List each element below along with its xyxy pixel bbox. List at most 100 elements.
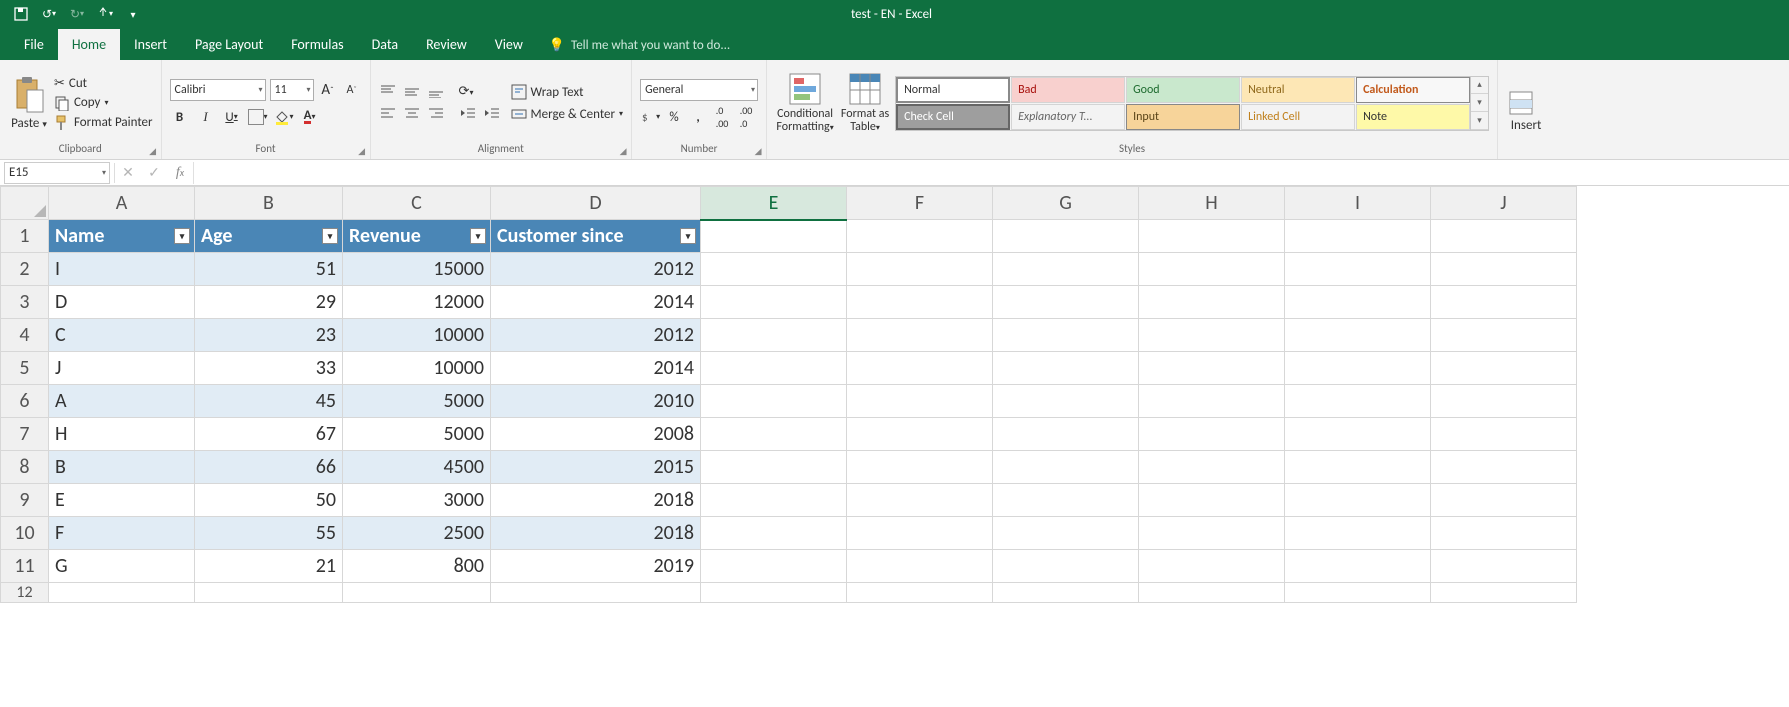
cell-E7[interactable] — [701, 418, 847, 451]
cell-I11[interactable] — [1285, 550, 1431, 583]
cell-G5[interactable] — [993, 352, 1139, 385]
gallery-more-icon[interactable]: ▾ — [1471, 112, 1488, 130]
cell-F7[interactable] — [847, 418, 993, 451]
cell-J1[interactable] — [1431, 220, 1577, 253]
row-header-8[interactable]: 8 — [1, 451, 49, 484]
cell-H2[interactable] — [1139, 253, 1285, 286]
dialog-launcher-icon[interactable]: ◢ — [147, 145, 159, 157]
tab-review[interactable]: Review — [412, 29, 481, 60]
filter-icon[interactable]: ▾ — [680, 228, 696, 244]
percent-button[interactable]: % — [664, 107, 684, 127]
copy-button[interactable]: Copy ▾ — [54, 95, 153, 111]
tab-home[interactable]: Home — [58, 29, 120, 60]
formula-input[interactable] — [193, 162, 1789, 184]
cell-J7[interactable] — [1431, 418, 1577, 451]
cell-D6[interactable]: 2010 — [491, 385, 701, 418]
enter-icon[interactable]: ✓ — [141, 164, 167, 181]
dialog-launcher-icon[interactable]: ◢ — [752, 145, 764, 157]
decrease-font-button[interactable]: Aˇ — [342, 80, 362, 100]
cell-B3[interactable]: 29 — [195, 286, 343, 319]
cell-I12[interactable] — [1285, 583, 1431, 603]
cell-I6[interactable] — [1285, 385, 1431, 418]
cell-F10[interactable] — [847, 517, 993, 550]
table-header-D[interactable]: Customer since▾ — [491, 220, 701, 253]
column-header-F[interactable]: F — [847, 187, 993, 220]
cell-E8[interactable] — [701, 451, 847, 484]
cell-F8[interactable] — [847, 451, 993, 484]
cell-A11[interactable]: G — [49, 550, 195, 583]
cell-H4[interactable] — [1139, 319, 1285, 352]
filter-icon[interactable]: ▾ — [470, 228, 486, 244]
cell-G4[interactable] — [993, 319, 1139, 352]
cell-D8[interactable]: 2015 — [491, 451, 701, 484]
cell-H3[interactable] — [1139, 286, 1285, 319]
cancel-icon[interactable]: ✕ — [115, 164, 141, 181]
cell-B12[interactable] — [195, 583, 343, 603]
align-top-button[interactable] — [379, 84, 399, 100]
underline-button[interactable]: U▾ — [222, 107, 242, 127]
cell-E11[interactable] — [701, 550, 847, 583]
cell-B9[interactable]: 50 — [195, 484, 343, 517]
cell-J8[interactable] — [1431, 451, 1577, 484]
filter-icon[interactable]: ▾ — [174, 228, 190, 244]
fill-color-button[interactable]: ▾ — [274, 107, 294, 127]
style-note[interactable]: Note — [1356, 104, 1470, 130]
cell-C11[interactable]: 800 — [343, 550, 491, 583]
cell-J12[interactable] — [1431, 583, 1577, 603]
style-input[interactable]: Input — [1126, 104, 1240, 130]
column-header-I[interactable]: I — [1285, 187, 1431, 220]
cell-G11[interactable] — [993, 550, 1139, 583]
cell-E10[interactable] — [701, 517, 847, 550]
number-format-combo[interactable]: General▾ — [640, 79, 758, 101]
tab-view[interactable]: View — [481, 29, 537, 60]
accounting-format-button[interactable]: $▾ — [640, 107, 660, 127]
cell-G3[interactable] — [993, 286, 1139, 319]
cell-F4[interactable] — [847, 319, 993, 352]
gallery-scroll[interactable]: ▴ ▾ ▾ — [1471, 76, 1489, 131]
cell-I1[interactable] — [1285, 220, 1431, 253]
cell-E1[interactable] — [701, 220, 847, 253]
align-bottom-button[interactable] — [427, 84, 447, 100]
cell-F2[interactable] — [847, 253, 993, 286]
cell-C2[interactable]: 15000 — [343, 253, 491, 286]
table-header-B[interactable]: Age▾ — [195, 220, 343, 253]
cell-J10[interactable] — [1431, 517, 1577, 550]
cell-A7[interactable]: H — [49, 418, 195, 451]
filter-icon[interactable]: ▾ — [322, 228, 338, 244]
cell-G1[interactable] — [993, 220, 1139, 253]
cell-A10[interactable]: F — [49, 517, 195, 550]
save-icon[interactable] — [8, 3, 34, 25]
dialog-launcher-icon[interactable]: ◢ — [617, 145, 629, 157]
cell-F6[interactable] — [847, 385, 993, 418]
style-explanatory[interactable]: Explanatory T... — [1011, 104, 1125, 130]
style-good[interactable]: Good — [1126, 77, 1240, 103]
font-color-button[interactable]: A▾ — [300, 107, 320, 127]
dialog-launcher-icon[interactable]: ◢ — [356, 145, 368, 157]
style-bad[interactable]: Bad — [1011, 77, 1125, 103]
cell-C6[interactable]: 5000 — [343, 385, 491, 418]
cell-F9[interactable] — [847, 484, 993, 517]
cell-H11[interactable] — [1139, 550, 1285, 583]
cell-D9[interactable]: 2018 — [491, 484, 701, 517]
chevron-up-icon[interactable]: ▴ — [1471, 77, 1488, 95]
paste-button[interactable]: Paste ▾ — [8, 76, 50, 131]
cell-G9[interactable] — [993, 484, 1139, 517]
cut-button[interactable]: ✂Cut — [54, 76, 153, 91]
cell-J3[interactable] — [1431, 286, 1577, 319]
select-all-corner[interactable] — [1, 187, 49, 220]
redo-icon[interactable]: ↻▾ — [64, 3, 90, 25]
cell-I3[interactable] — [1285, 286, 1431, 319]
italic-button[interactable]: I — [196, 107, 216, 127]
style-check-cell[interactable]: Check Cell — [896, 104, 1010, 130]
cell-C3[interactable]: 12000 — [343, 286, 491, 319]
cell-I2[interactable] — [1285, 253, 1431, 286]
cell-G2[interactable] — [993, 253, 1139, 286]
cell-H6[interactable] — [1139, 385, 1285, 418]
cell-F5[interactable] — [847, 352, 993, 385]
column-header-B[interactable]: B — [195, 187, 343, 220]
merge-center-button[interactable]: Merge & Center ▾ — [511, 106, 624, 122]
row-header-12[interactable]: 12 — [1, 583, 49, 603]
cell-E12[interactable] — [701, 583, 847, 603]
cell-E9[interactable] — [701, 484, 847, 517]
cell-F11[interactable] — [847, 550, 993, 583]
